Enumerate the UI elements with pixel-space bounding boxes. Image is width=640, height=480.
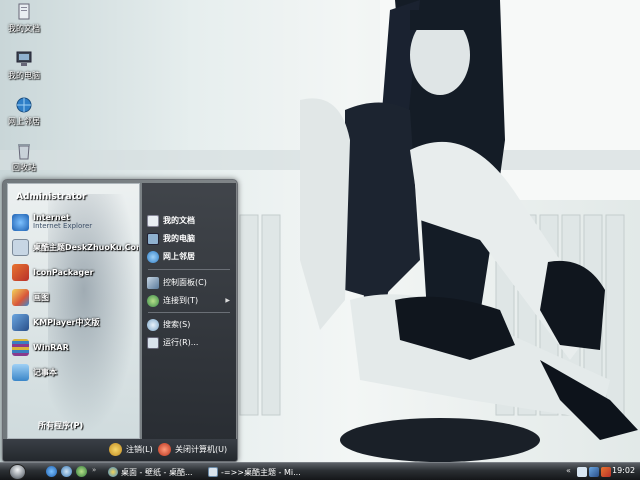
computer-icon [147, 232, 159, 245]
notepad-icon [12, 363, 29, 381]
program-title: 记事本 [33, 367, 57, 377]
place-search[interactable]: 搜索(S) [147, 316, 233, 333]
computer-icon [15, 50, 33, 68]
desktop-icon-my-documents[interactable]: 我的文档 [2, 3, 46, 34]
quicklaunch-more-icon[interactable]: » [92, 466, 96, 474]
separator [148, 312, 230, 313]
quicklaunch-browser-icon[interactable] [61, 466, 72, 477]
start-menu: Administrator Internet Internet Explorer… [2, 179, 238, 462]
start-button[interactable] [9, 464, 26, 480]
place-label: 运行(R)... [163, 338, 199, 347]
tray-volume-icon[interactable] [601, 467, 611, 477]
place-run[interactable]: 运行(R)... [147, 334, 233, 351]
run-icon [147, 336, 159, 349]
program-item-winrar[interactable]: WinRAR [12, 337, 138, 357]
shutdown-label: 关闭计算机(U) [175, 445, 228, 454]
program-item-iconpackager[interactable]: IconPackager [12, 262, 138, 282]
tray-expand-button[interactable]: « [566, 466, 571, 475]
taskbar: » 桌面 - 壁纸 - 桌酷... -=>>桌酷主题 - Mi... « 19:… [0, 462, 640, 480]
all-programs-button[interactable]: 所有程序(P) [38, 420, 118, 434]
tray-app-icon[interactable] [577, 467, 587, 477]
ie-icon [12, 213, 29, 231]
program-title: 桌酷主题DeskZhuoKu.Com [33, 242, 140, 252]
recycle-bin-icon [15, 142, 33, 160]
kmplayer-icon [12, 313, 29, 331]
place-connect-to[interactable]: 连接到(T) ▶ [147, 292, 233, 309]
desktop-icon-label: 回收站 [12, 163, 36, 172]
document-icon [208, 467, 218, 477]
task-button-document[interactable]: -=>>桌酷主题 - Mi... [206, 465, 302, 479]
task-label: -=>>桌酷主题 - Mi... [221, 467, 301, 477]
desktop-icon-label: 我的文档 [8, 24, 40, 33]
quicklaunch-ie-icon[interactable] [46, 466, 57, 477]
program-title: WinRAR [33, 342, 69, 352]
place-network[interactable]: 网上邻居 [147, 248, 233, 265]
iconpackager-icon [12, 263, 29, 281]
network-icon [147, 250, 159, 263]
desktop-icon-label: 网上邻居 [8, 117, 40, 126]
program-item-internet[interactable]: Internet Internet Explorer [12, 212, 138, 232]
start-menu-footer: 注销(L) 关闭计算机(U) [3, 439, 237, 461]
documents-folder-icon [15, 3, 33, 21]
search-icon [147, 318, 159, 331]
submenu-arrow-icon: ▶ [225, 297, 230, 304]
desktop-icon-recycle-bin[interactable]: 回收站 [2, 142, 46, 173]
program-title: 画图 [33, 292, 49, 302]
task-button-browser[interactable]: 桌面 - 壁纸 - 桌酷... [106, 465, 202, 479]
documents-icon [147, 214, 159, 227]
start-menu-places-pane: 我的文档 我的电脑 网上邻居 控制面板(C) 连接到(T) ▶ 搜索(S) 运行… [142, 183, 236, 439]
program-item-paint[interactable]: 画图 [12, 287, 138, 307]
network-icon [15, 96, 33, 114]
user-name: Administrator [16, 192, 87, 202]
place-label: 搜索(S) [163, 320, 191, 329]
place-label: 控制面板(C) [163, 278, 207, 287]
place-my-computer[interactable]: 我的电脑 [147, 230, 233, 247]
quicklaunch-media-icon[interactable] [76, 466, 87, 477]
program-item-zhuoku-theme[interactable]: 桌酷主题DeskZhuoKu.Com [12, 237, 140, 257]
logoff-button[interactable]: 注销(L) [109, 443, 153, 456]
place-label: 连接到(T) [163, 296, 199, 305]
program-item-notepad[interactable]: 记事本 [12, 362, 138, 382]
power-icon [158, 443, 171, 456]
place-my-documents[interactable]: 我的文档 [147, 212, 233, 229]
desktop-icon-label: 我的电脑 [8, 71, 40, 80]
place-label: 我的电脑 [163, 234, 195, 243]
browser-icon [108, 467, 118, 477]
clock[interactable]: 19:02 [612, 466, 635, 475]
control-panel-icon [147, 276, 159, 289]
start-menu-programs-pane: Administrator Internet Internet Explorer… [7, 183, 140, 439]
place-control-panel[interactable]: 控制面板(C) [147, 274, 233, 291]
task-label: 桌面 - 壁纸 - 桌酷... [121, 467, 193, 477]
place-label: 我的文档 [163, 216, 195, 225]
desktop-icon-my-computer[interactable]: 我的电脑 [2, 50, 46, 81]
paint-icon [12, 288, 29, 306]
theme-icon [12, 238, 29, 256]
program-title: IconPackager [33, 267, 94, 277]
winrar-icon [12, 338, 29, 356]
program-title: KMPlayer中文版 [33, 317, 100, 327]
place-label: 网上邻居 [163, 252, 195, 261]
program-title: Internet [33, 213, 70, 222]
separator [148, 269, 230, 270]
tray-network-icon[interactable] [589, 467, 599, 477]
connect-icon [147, 294, 159, 307]
program-subtitle: Internet Explorer [33, 222, 93, 230]
logoff-label: 注销(L) [126, 445, 153, 454]
logoff-icon [109, 443, 122, 456]
desktop-icon-network[interactable]: 网上邻居 [2, 96, 46, 127]
shutdown-button[interactable]: 关闭计算机(U) [158, 443, 227, 456]
program-item-kmplayer[interactable]: KMPlayer中文版 [12, 312, 138, 332]
